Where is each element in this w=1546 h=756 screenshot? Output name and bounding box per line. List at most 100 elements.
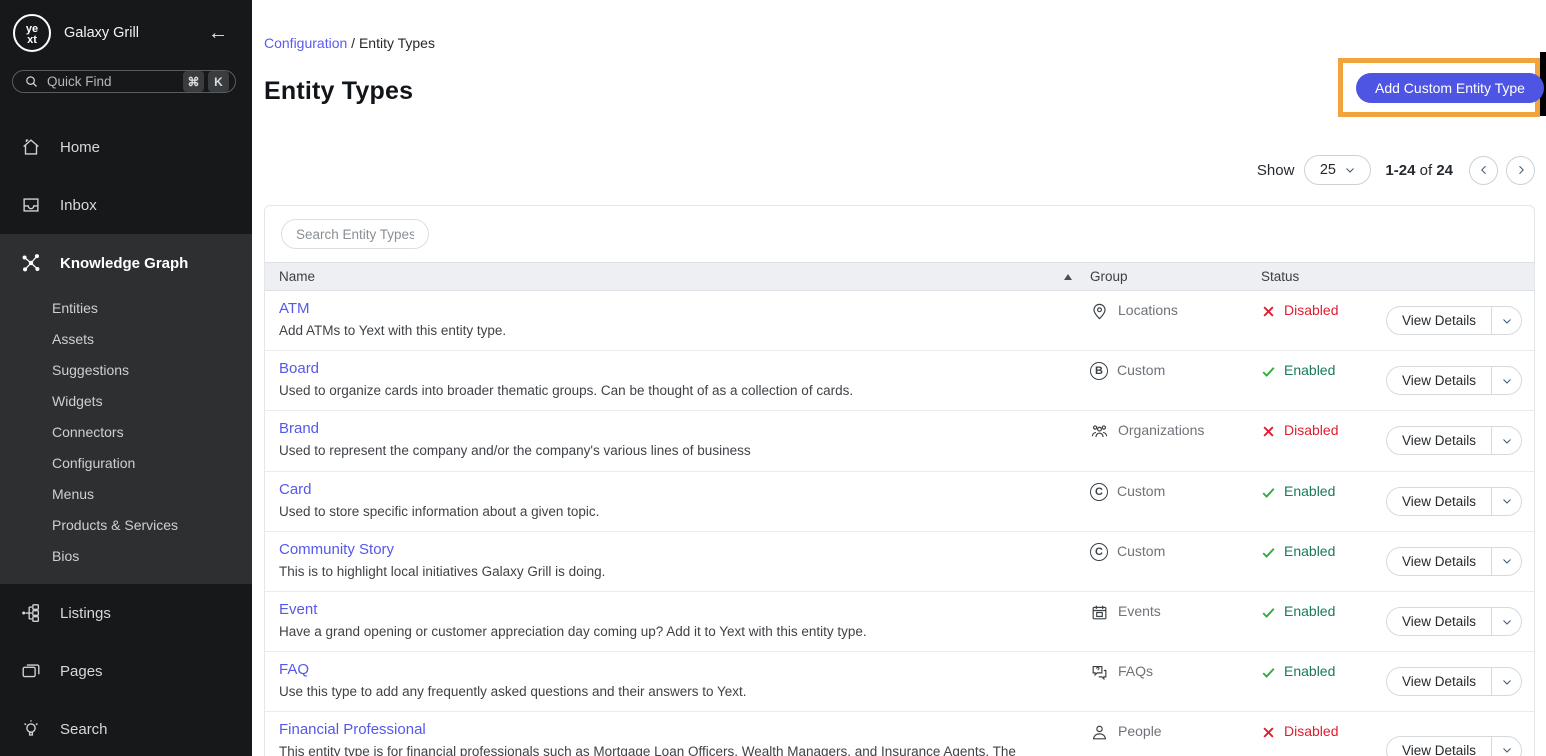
row-actions-dropdown[interactable] [1491,488,1521,515]
table-row: Community Story This is to highlight loc… [265,532,1534,592]
status-badge: Disabled [1261,411,1381,470]
breadcrumb-link-configuration[interactable]: Configuration [264,35,347,51]
sidebar-item-connectors[interactable]: Connectors [0,416,252,447]
entity-name-link[interactable]: Card [279,481,312,498]
entity-name-link[interactable]: Financial Professional [279,721,426,738]
status-badge: Enabled [1261,592,1381,651]
view-details-button[interactable]: View Details [1386,607,1522,636]
entity-name-link[interactable]: ATM [279,300,310,317]
row-actions-dropdown[interactable] [1491,427,1521,454]
person-icon [1090,723,1109,742]
view-details-label: View Details [1387,668,1491,695]
circle-b-icon: B [1090,362,1108,380]
entity-name-link[interactable]: Board [279,360,319,377]
sidebar-item-products-services[interactable]: Products & Services [0,509,252,540]
row-actions-dropdown[interactable] [1491,307,1521,334]
chevron-down-icon [1501,495,1513,507]
table-row: Board Used to organize cards into broade… [265,351,1534,411]
view-details-button[interactable]: View Details [1386,547,1522,576]
row-actions-dropdown[interactable] [1491,548,1521,575]
cmd-keycap: ⌘ [183,71,204,92]
entity-name-link[interactable]: Event [279,601,317,618]
check-icon [1261,665,1276,680]
row-actions-dropdown[interactable] [1491,367,1521,394]
table-body: ATM Add ATMs to Yext with this entity ty… [265,291,1534,756]
knowledge-graph-section: Knowledge Graph EntitiesAssetsSuggestion… [0,234,252,584]
sidebar-item-home[interactable]: Home [0,118,252,176]
check-icon [1261,485,1276,500]
status-label: Enabled [1284,663,1335,679]
add-custom-entity-type-button[interactable]: Add Custom Entity Type [1356,73,1544,103]
view-details-button[interactable]: View Details [1386,667,1522,696]
page-title: Entity Types [264,77,1535,106]
table-row: ATM Add ATMs to Yext with this entity ty… [265,291,1534,351]
sidebar-item-entities[interactable]: Entities [0,292,252,323]
view-details-button[interactable]: View Details [1386,426,1522,455]
check-icon [1261,545,1276,560]
status-label: Enabled [1284,362,1335,378]
entity-description: Used to store specific information about… [279,504,1050,520]
row-actions-dropdown[interactable] [1491,668,1521,695]
status-badge: Enabled [1261,532,1381,591]
group-label: Custom [1117,483,1165,499]
entity-description: This is to highlight local initiatives G… [279,564,1050,580]
sidebar-item-configuration[interactable]: Configuration [0,447,252,478]
table-row: Brand Used to represent the company and/… [265,411,1534,471]
chevron-down-icon [1501,744,1513,756]
search-icon [24,74,39,89]
sort-ascending-icon[interactable] [1064,274,1072,280]
sidebar-item-pages[interactable]: Pages [0,642,252,700]
view-details-button[interactable]: View Details [1386,736,1522,756]
account-name: Galaxy Grill [64,25,208,41]
table-header: Name Group Status [265,262,1534,291]
sidebar-item-inbox[interactable]: Inbox [0,176,252,234]
table-row: Event Have a grand opening or customer a… [265,592,1534,652]
entity-name-link[interactable]: Brand [279,420,319,437]
breadcrumb-current: Entity Types [359,35,435,51]
calendar-icon [1090,603,1109,622]
entity-name-link[interactable]: Community Story [279,541,394,558]
view-details-label: View Details [1387,737,1491,756]
status-label: Disabled [1284,422,1338,438]
sidebar-item-menus[interactable]: Menus [0,478,252,509]
row-actions-dropdown[interactable] [1491,737,1521,756]
chevron-down-icon [1501,435,1513,447]
view-details-button[interactable]: View Details [1386,366,1522,395]
group-label: Locations [1118,302,1178,318]
view-details-label: View Details [1387,488,1491,515]
yext-logo-icon[interactable]: ye xt [12,13,52,53]
status-label: Enabled [1284,603,1335,619]
page-size-select[interactable]: 25 [1304,155,1371,185]
pagination-count: 1-24 of 24 [1385,162,1453,179]
collapse-sidebar-icon[interactable]: ← [208,22,228,45]
quick-find-input[interactable]: Quick Find ⌘ K [12,70,236,93]
sidebar-item-assets[interactable]: Assets [0,323,252,354]
sidebar-item-bios[interactable]: Bios [0,540,252,571]
view-details-button[interactable]: View Details [1386,487,1522,516]
prev-page-button[interactable] [1469,156,1498,185]
sidebar-item-widgets[interactable]: Widgets [0,385,252,416]
show-label: Show [1257,162,1295,179]
sidebar-item-listings[interactable]: Listings [0,584,252,642]
search-entity-types-input[interactable] [281,219,429,249]
table-row: Financial Professional This entity type … [265,712,1534,756]
bulb-icon [20,718,42,740]
chevron-down-icon [1501,315,1513,327]
entity-description: Add ATMs to Yext with this entity type. [279,323,1050,339]
row-actions-dropdown[interactable] [1491,608,1521,635]
next-page-button[interactable] [1506,156,1535,185]
view-details-button[interactable]: View Details [1386,306,1522,335]
chevron-right-icon [1515,164,1527,176]
pagination-row: Show 25 1-24 of 24 [264,155,1535,185]
group-label: FAQs [1118,663,1153,679]
sidebar-item-search[interactable]: Search [0,700,252,756]
main-content: Configuration / Entity Types Entity Type… [252,0,1546,756]
sidebar-item-suggestions[interactable]: Suggestions [0,354,252,385]
knowledge-graph-icon [20,252,42,274]
column-header-name[interactable]: Name [265,269,1090,284]
entity-name-link[interactable]: FAQ [279,661,309,678]
check-icon [1261,605,1276,620]
table-row: Card Used to store specific information … [265,472,1534,532]
sidebar-item-knowledge-graph[interactable]: Knowledge Graph [0,234,252,292]
people-group-icon [1090,422,1109,441]
